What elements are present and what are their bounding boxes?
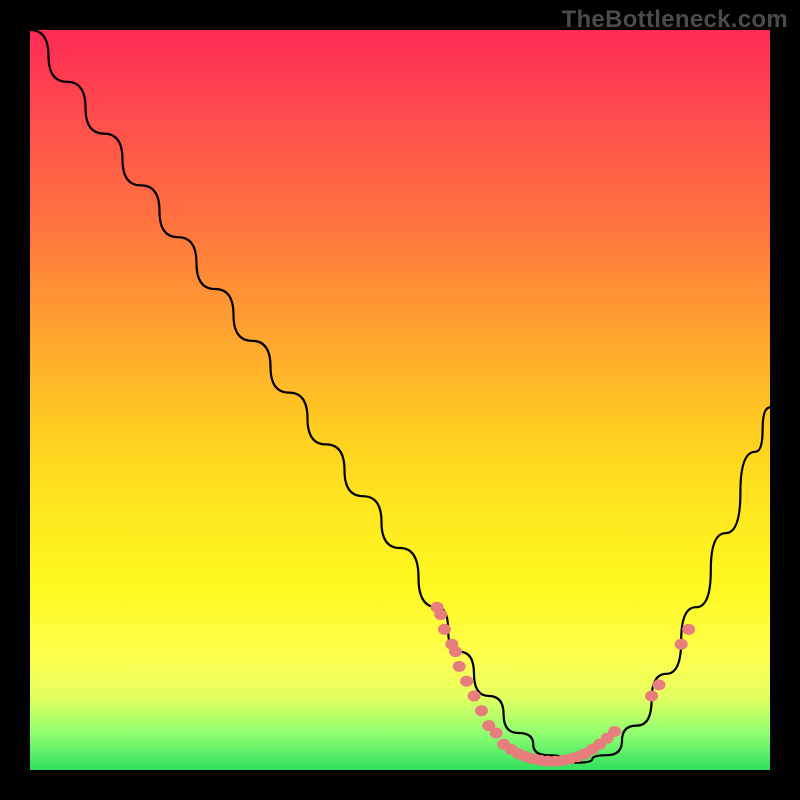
bottleneck-curve <box>30 30 770 763</box>
data-point <box>682 624 695 635</box>
data-point <box>468 691 481 702</box>
data-points-group <box>431 602 696 767</box>
data-point <box>653 679 666 690</box>
data-point <box>434 609 447 620</box>
chart-svg <box>30 30 770 770</box>
data-point <box>453 661 466 672</box>
data-point <box>645 691 658 702</box>
data-point <box>608 726 621 737</box>
data-point <box>675 639 688 650</box>
data-point <box>475 705 488 716</box>
data-point <box>490 728 503 739</box>
data-point <box>438 624 451 635</box>
data-point <box>449 646 462 657</box>
data-point <box>460 676 473 687</box>
